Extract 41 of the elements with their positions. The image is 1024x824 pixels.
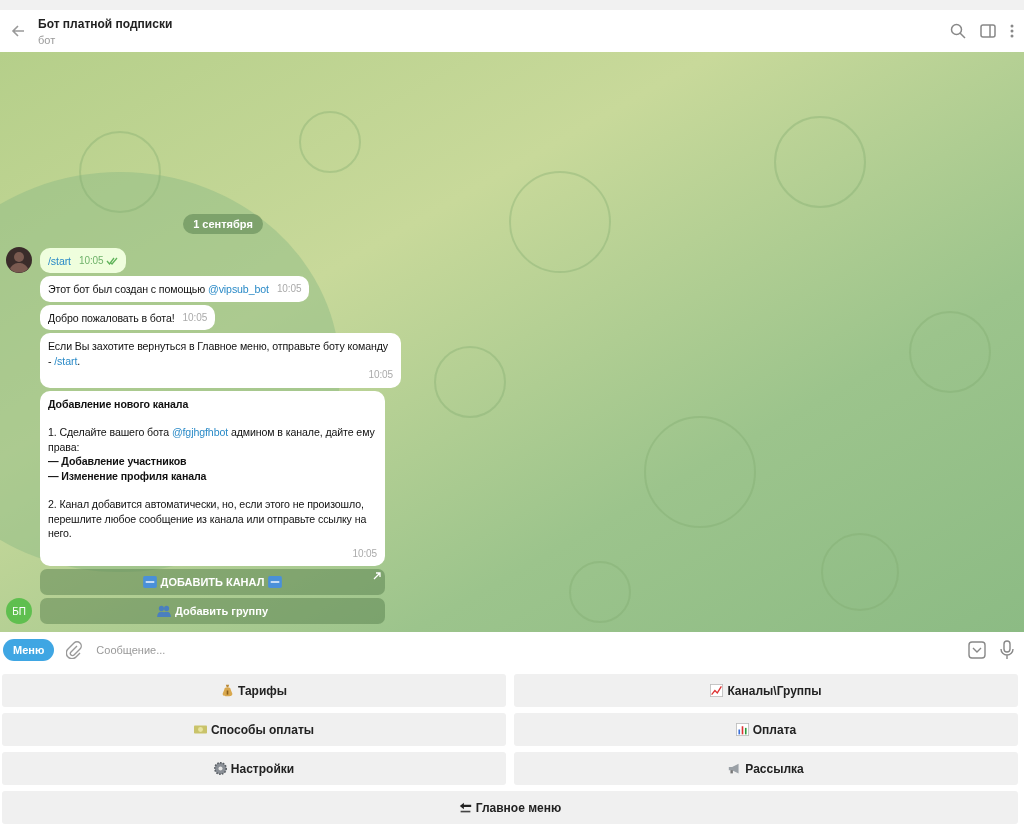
banknote-icon	[193, 723, 207, 736]
bar-chart-icon	[735, 723, 749, 736]
chat-title: Бот платной подписки	[38, 16, 174, 31]
back-arrow-icon	[458, 801, 472, 814]
message-text: 2. Канал добавится автоматически, но, если этого не произошло, перешлите любое сообщение из канала или отправьте ссылку на него.	[48, 497, 368, 541]
arrow-icon	[373, 572, 381, 580]
message-input[interactable]: Сообщение...	[94, 643, 956, 657]
keyboard-button[interactable]: Тарифы	[2, 674, 506, 707]
message-text: 1. Сделайте вашего бота @fgjhgfhbot админом в канале, дайте ему права: — Добавление участников — Изменение профиля канала	[48, 425, 376, 483]
message-text: Добро пожаловать в бота!	[48, 310, 175, 325]
sidebar-toggle-button[interactable]	[978, 21, 998, 41]
gear-icon	[213, 762, 227, 775]
message-time: 10:05	[352, 546, 377, 561]
keyboard-button[interactable]: Способы оплаты	[2, 713, 506, 746]
keyboard-button[interactable]: Рассылка	[514, 752, 1018, 785]
date-badge: 1 сентября	[183, 214, 263, 234]
chat-subtitle: бот	[38, 33, 57, 46]
message-time: 10:05	[276, 282, 302, 296]
message-text: Если Вы захотите вернуться в Главное меню, отправьте боту команду - /start.	[48, 339, 389, 368]
keyboard-button[interactable]: Главное меню	[2, 791, 1018, 824]
link[interactable]: @fgjhgfhbot	[171, 426, 229, 438]
new-icon	[268, 576, 283, 588]
message-time: 10:05	[78, 253, 104, 268]
chart-up-icon	[710, 684, 724, 697]
keyboard-button[interactable]: Настройки	[2, 752, 506, 785]
message-text: Этот бот был создан с помощью @vipsub_bot	[48, 282, 269, 297]
message-time: 10:05	[182, 310, 208, 325]
keyboard-button[interactable]: Оплата	[514, 713, 1018, 746]
message-time: 10:05	[368, 368, 393, 382]
message-text: Добавление нового канала	[48, 396, 190, 411]
link[interactable]: @vipsub_bot	[208, 283, 269, 295]
megaphone-icon	[728, 762, 742, 775]
user-avatar	[6, 247, 32, 273]
keyboard-toggle-button[interactable]	[966, 639, 988, 661]
keyboard-button[interactable]: Каналы\Группы	[514, 674, 1018, 707]
link[interactable]: /start	[48, 254, 71, 267]
microphone-button[interactable]	[998, 638, 1016, 662]
search-button[interactable]	[948, 21, 968, 41]
people-icon	[157, 605, 171, 617]
money-bag-icon	[220, 684, 234, 697]
attach-button[interactable]	[64, 639, 85, 661]
